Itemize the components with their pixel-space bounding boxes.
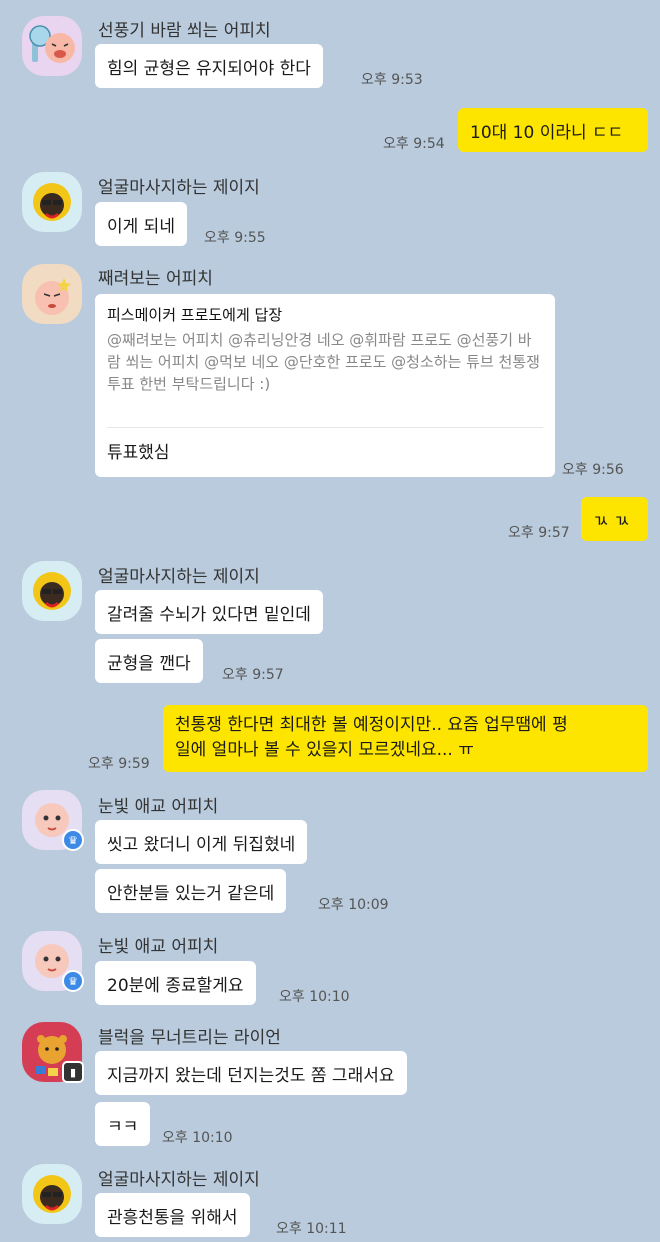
message-bubble[interactable]: ㅋㅋ <box>95 1102 151 1146</box>
message-bubble[interactable]: 안한분들 있는거 같은데 <box>95 869 287 913</box>
sender-name: 눈빛 애교 어피치 <box>98 797 219 817</box>
avatar-jayg[interactable] <box>22 561 82 621</box>
sender-name: 얼굴마사지하는 제이지 <box>98 567 260 587</box>
crown-badge-icon: ♛ <box>62 970 84 992</box>
sender-name: 선풍기 바람 쐬는 어피치 <box>98 21 271 41</box>
message-time: 오후 10:10 <box>279 989 350 1005</box>
message-time: 오후 9:54 <box>383 136 445 152</box>
message-time: 오후 9:57 <box>508 525 570 541</box>
sender-name: 얼굴마사지하는 제이지 <box>98 1170 260 1190</box>
my-message-bubble[interactable]: 천통쟁 한다면 최대한 볼 예정이지만.. 요즘 업무땜에 평 일에 얼마나 볼… <box>163 705 648 772</box>
apeach-glare-icon <box>35 278 71 315</box>
avatar-jayg[interactable] <box>22 172 82 232</box>
message-line: 일에 얼마나 볼 수 있을지 모르겠네요... ㅠ <box>175 740 474 760</box>
message-time: 오후 9:55 <box>204 230 266 246</box>
sender-name: 눈빛 애교 어피치 <box>98 937 219 957</box>
my-message-bubble[interactable]: 10대 10 이라니 ㄷㄷ <box>458 108 648 152</box>
block-badge-icon: ▮ <box>62 1061 84 1083</box>
message-bubble[interactable]: 이게 되네 <box>95 202 187 246</box>
reply-answer: 튜표했심 <box>107 443 170 463</box>
message-time: 오후 10:11 <box>276 1221 347 1237</box>
message-bubble[interactable]: 지금까지 왔는데 던지는것도 쫌 그래서요 <box>95 1051 407 1095</box>
message-bubble[interactable]: 균형을 깬다 <box>95 639 203 683</box>
message-bubble[interactable]: 힘의 균형은 유지되어야 한다 <box>95 44 323 88</box>
sender-name: 얼굴마사지하는 제이지 <box>98 178 260 198</box>
reply-divider <box>107 427 543 428</box>
message-time: 오후 9:53 <box>361 72 423 88</box>
sender-name: 째려보는 어피치 <box>98 269 213 289</box>
message-time: 오후 9:57 <box>222 667 284 683</box>
my-message-bubble[interactable]: ㄳ ㄳ <box>581 497 648 541</box>
sender-name: 블럭을 무너트리는 라이언 <box>98 1028 281 1048</box>
jayg-face-icon <box>33 183 71 221</box>
message-bubble[interactable]: 씻고 왔더니 이게 뒤집혔네 <box>95 820 308 864</box>
reply-title: 피스메이커 프로도에게 답장 <box>107 306 283 324</box>
reply-quote: @째려보는 어피치 @츄리닝안경 네오 @휘파람 프로도 @선풍기 바람 쐬는 … <box>107 331 540 393</box>
reply-message-bubble[interactable]: 피스메이커 프로도에게 답장 @째려보는 어피치 @츄리닝안경 네오 @휘파람 … <box>95 294 555 477</box>
avatar-jayg[interactable] <box>22 1164 82 1224</box>
message-time: 오후 10:10 <box>162 1130 233 1146</box>
message-bubble[interactable]: 20분에 종료할게요 <box>95 961 256 1005</box>
avatar-apeach-fan[interactable] <box>22 16 82 76</box>
message-line: 천통쟁 한다면 최대한 볼 예정이지만.. 요즘 업무땜에 평 <box>175 715 568 735</box>
message-bubble[interactable]: 갈려줄 수뇌가 있다면 밑인데 <box>95 590 323 634</box>
message-time: 오후 9:59 <box>88 756 150 772</box>
message-time: 오후 10:09 <box>318 897 389 913</box>
message-bubble[interactable]: 관흥천통을 위해서 <box>95 1193 250 1237</box>
jayg-face-icon <box>33 1175 71 1213</box>
jayg-face-icon <box>33 572 71 610</box>
message-time: 오후 9:56 <box>562 462 624 478</box>
crown-badge-icon: ♛ <box>62 829 84 851</box>
avatar-apeach-glare[interactable] <box>22 264 82 324</box>
apeach-fan-icon <box>29 25 75 63</box>
